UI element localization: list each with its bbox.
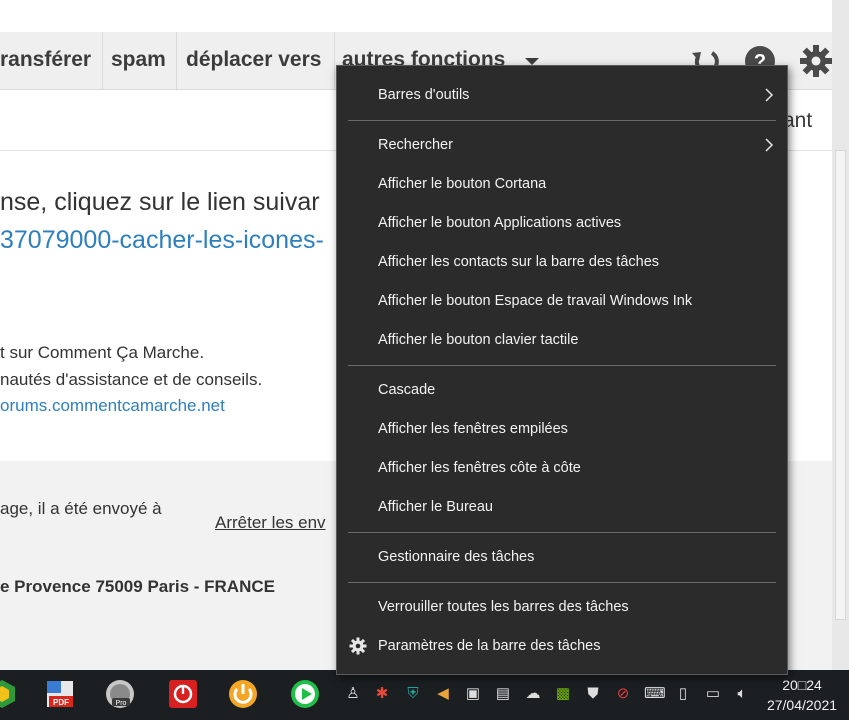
move-to-button[interactable]: déplacer vers: [186, 32, 321, 90]
red-power-app-icon[interactable]: [167, 678, 199, 710]
security-tray-icon[interactable]: ⛊: [584, 685, 602, 703]
menu-separator: [348, 120, 776, 121]
taskbar-context-menu: Barres d'outils Rechercher Afficher le b…: [336, 65, 788, 675]
keyboard-tray-icon[interactable]: ⌨: [644, 685, 666, 703]
menu-item-cascade[interactable]: Cascade: [337, 372, 787, 408]
menu-item-label: Cascade: [378, 382, 436, 398]
drive-tray-icon[interactable]: ▯: [674, 685, 692, 703]
menu-item-show-windows-ink[interactable]: Afficher le bouton Espace de travail Win…: [337, 283, 787, 319]
toolbar-divider: [176, 32, 177, 90]
pro-app-icon[interactable]: Pro: [104, 678, 136, 710]
menu-item-label: Afficher les fenêtres empilées: [378, 421, 568, 437]
chevron-right-icon: [765, 88, 774, 102]
forum-link[interactable]: orums.commentcamarche.net: [0, 396, 225, 416]
usb-tray-icon[interactable]: ♙: [344, 685, 362, 703]
menu-item-show-cortana[interactable]: Afficher le bouton Cortana: [337, 166, 787, 202]
menu-item-show-task-view[interactable]: Afficher le bouton Applications actives: [337, 205, 787, 241]
menu-item-label: Gestionnaire des tâches: [378, 549, 535, 565]
menu-item-task-manager[interactable]: Gestionnaire des tâches: [337, 539, 787, 575]
system-clock[interactable]: 20□24 27/04/2021: [757, 675, 847, 715]
footer-line-1: age, il a été envoyé à: [0, 499, 162, 518]
menu-item-label: Paramètres de la barre des tâches: [378, 638, 601, 654]
menu-item-toolbars[interactable]: Barres d'outils: [337, 77, 787, 113]
menu-item-label: Afficher le bouton clavier tactile: [378, 332, 579, 348]
scrollbar[interactable]: [832, 0, 849, 670]
shield-tray-icon[interactable]: ⛨: [404, 685, 422, 703]
menu-item-label: Afficher le bouton Applications actives: [378, 215, 622, 231]
body-line-3: t sur Comment Ça Marche.: [0, 343, 205, 362]
unsubscribe-link[interactable]: Arrêter les env: [215, 513, 326, 533]
capture-tray-icon[interactable]: ▣: [464, 685, 482, 703]
svg-text:Pro: Pro: [116, 700, 127, 707]
spam-button[interactable]: spam: [111, 32, 166, 90]
body-line-1: nse, cliquez sur le lien suivar: [0, 188, 320, 216]
menu-item-side-by-side[interactable]: Afficher les fenêtres côte à côte: [337, 450, 787, 486]
network-tray-icon[interactable]: ▭: [704, 685, 722, 703]
menu-separator: [348, 582, 776, 583]
settings-gear-icon[interactable]: [799, 44, 833, 78]
toolbar-divider: [334, 32, 335, 90]
gear-icon: [349, 637, 367, 655]
menu-item-lock-taskbars[interactable]: Verrouiller toutes les barres des tâches: [337, 589, 787, 625]
speaker-warning-tray-icon[interactable]: ◀: [434, 685, 452, 703]
body-link-1[interactable]: 37079000-cacher-les-icones-: [0, 226, 324, 255]
menu-item-label: Barres d'outils: [378, 87, 470, 103]
menu-item-label: Afficher le bouton Espace de travail Win…: [378, 293, 693, 309]
forward-button[interactable]: ransférer: [0, 32, 91, 90]
app-green-hex-icon[interactable]: [0, 678, 18, 710]
menu-item-label: Afficher le bouton Cortana: [378, 176, 547, 192]
volume-tray-icon[interactable]: 🔈︎: [733, 685, 751, 703]
menu-item-show-people[interactable]: Afficher les contacts sur la barre des t…: [337, 244, 787, 280]
cloud-tray-icon[interactable]: ☁: [524, 685, 542, 703]
menu-separator: [348, 532, 776, 533]
scrollbar-thumb[interactable]: [835, 150, 846, 620]
orange-power-app-icon[interactable]: [227, 678, 259, 710]
menu-item-stacked[interactable]: Afficher les fenêtres empilées: [337, 411, 787, 447]
menu-item-label: Afficher le Bureau: [378, 499, 493, 515]
body-line-4: nautés d'assistance et de conseils.: [0, 370, 263, 389]
menu-item-taskbar-settings[interactable]: Paramètres de la barre des tâches: [337, 628, 787, 664]
menu-item-label: Afficher les contacts sur la barre des t…: [378, 254, 660, 270]
pdf-app-icon[interactable]: PDF: [44, 678, 76, 710]
window-top-strip: [0, 0, 832, 32]
menu-item-show-desktop[interactable]: Afficher le Bureau: [337, 489, 787, 525]
menu-separator: [348, 365, 776, 366]
svg-text:PDF: PDF: [53, 698, 69, 707]
clock-time: 20□24: [782, 677, 822, 693]
sw-tray-icon[interactable]: ✱: [373, 685, 391, 703]
chevron-down-icon[interactable]: [523, 58, 541, 66]
toolbar-divider: [102, 32, 103, 90]
menu-item-label: Verrouiller toutes les barres des tâches: [378, 599, 629, 615]
footer-address: e Provence 75009 Paris - FRANCE: [0, 577, 275, 596]
lock-tray-icon[interactable]: ⊘: [614, 685, 632, 703]
chevron-right-icon: [765, 138, 774, 152]
menu-item-label: Afficher les fenêtres côte à côte: [378, 460, 581, 476]
nvidia-tray-icon[interactable]: ▩: [554, 685, 572, 703]
menu-item-label: Rechercher: [378, 137, 453, 153]
camera-tray-icon[interactable]: ▤: [494, 685, 512, 703]
windows-taskbar: PDF Pro ♙ ✱ ⛨ ◀ ▣ ▤ ☁ ▩ ⛊ ⊘ ⌨ ▯ ▭ 🔈︎ 20□…: [0, 670, 849, 720]
menu-item-search[interactable]: Rechercher: [337, 127, 787, 163]
media-player-icon[interactable]: [289, 678, 321, 710]
menu-item-show-touch-keyboard[interactable]: Afficher le bouton clavier tactile: [337, 322, 787, 358]
clock-date: 27/04/2021: [766, 697, 838, 713]
